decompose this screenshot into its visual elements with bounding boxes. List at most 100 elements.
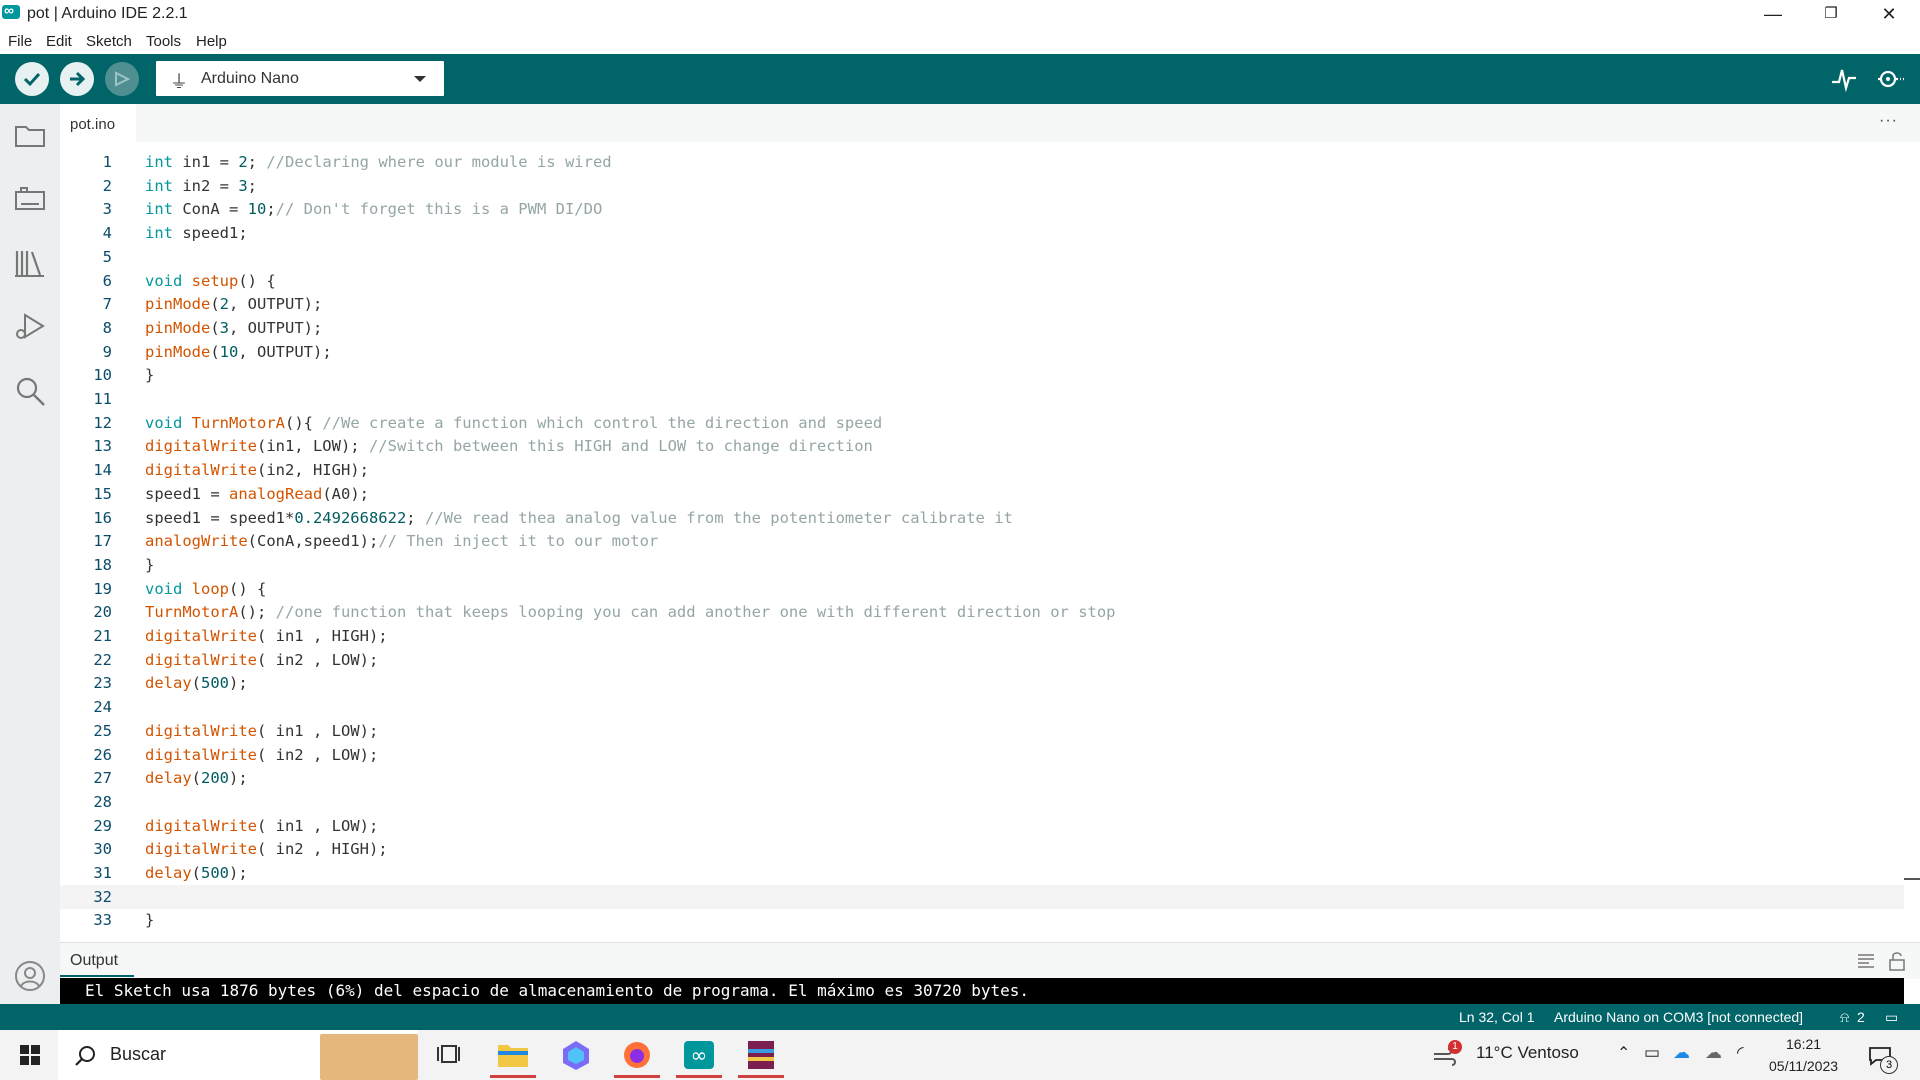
code-line[interactable]: 28: [60, 790, 1904, 814]
cloud-icon[interactable]: ☁: [1705, 1043, 1722, 1063]
file-explorer-icon[interactable]: [490, 1037, 536, 1078]
clock-time[interactable]: 16:21: [1786, 1036, 1821, 1052]
menu-file[interactable]: File: [8, 33, 32, 50]
search-button[interactable]: [13, 374, 47, 408]
clock-date[interactable]: 05/11/2023: [1769, 1058, 1838, 1074]
code-text[interactable]: pinMode(2, OUTPUT);: [145, 292, 322, 316]
code-line[interactable]: 6 void setup() {: [60, 269, 1904, 293]
code-line[interactable]: 11: [60, 387, 1904, 411]
code-text[interactable]: }: [145, 553, 154, 577]
code-line[interactable]: 1 int in1 = 2; //Declaring where our modu…: [60, 150, 1904, 174]
upload-button[interactable]: [60, 62, 94, 96]
code-line[interactable]: 7 pinMode(2, OUTPUT);: [60, 292, 1904, 316]
code-text[interactable]: void loop() {: [145, 577, 266, 601]
code-line[interactable]: 2 int in2 = 3;: [60, 174, 1904, 198]
code-text[interactable]: analogWrite(ConA,speed1);// Then inject …: [145, 529, 658, 553]
menu-sketch[interactable]: Sketch: [86, 33, 132, 50]
code-text[interactable]: speed1 = analogRead(A0);: [145, 482, 369, 506]
code-text[interactable]: void setup() {: [145, 269, 276, 293]
code-line[interactable]: 32: [60, 884, 1904, 909]
code-line[interactable]: 15 speed1 = analogRead(A0);: [60, 482, 1904, 506]
panel-toggle-icon[interactable]: ▭: [1885, 1009, 1898, 1026]
code-text[interactable]: delay(200);: [145, 766, 248, 790]
verify-button[interactable]: [15, 62, 49, 96]
code-text[interactable]: digitalWrite( in1 , LOW);: [145, 814, 378, 838]
more-options-button[interactable]: ···: [1879, 112, 1898, 130]
code-line[interactable]: 17 analogWrite(ConA,speed1);// Then injec…: [60, 529, 1904, 553]
code-text[interactable]: digitalWrite( in1 , LOW);: [145, 719, 378, 743]
menu-edit[interactable]: Edit: [46, 33, 72, 50]
cursor-position[interactable]: Ln 32, Col 1: [1459, 1009, 1535, 1025]
code-text[interactable]: digitalWrite( in2 , LOW);: [145, 648, 378, 672]
code-text[interactable]: void TurnMotorA(){ //We create a functio…: [145, 411, 882, 435]
code-line[interactable]: 23 delay(500);: [60, 671, 1904, 695]
code-text[interactable]: delay(500);: [145, 861, 248, 885]
code-line[interactable]: 21 digitalWrite( in1 , HIGH);: [60, 624, 1904, 648]
lock-icon[interactable]: [1888, 951, 1906, 971]
firefox-icon[interactable]: [614, 1037, 660, 1078]
debug-button[interactable]: [105, 62, 139, 96]
code-text[interactable]: pinMode(3, OUTPUT);: [145, 316, 322, 340]
account-button[interactable]: [13, 959, 47, 993]
code-line[interactable]: 26 digitalWrite( in2 , LOW);: [60, 743, 1904, 767]
boards-manager-button[interactable]: [13, 182, 47, 216]
code-text[interactable]: digitalWrite( in2 , LOW);: [145, 743, 378, 767]
code-text[interactable]: digitalWrite( in1 , HIGH);: [145, 624, 388, 648]
code-line[interactable]: 16 speed1 = speed1*0.2492668622; //We rea…: [60, 506, 1904, 530]
windows-start-icon[interactable]: [20, 1045, 40, 1065]
debug-panel-button[interactable]: [13, 310, 47, 344]
code-text[interactable]: delay(500);: [145, 671, 248, 695]
code-line[interactable]: 18}: [60, 553, 1904, 577]
code-text[interactable]: }: [145, 908, 154, 932]
notification-bell-icon[interactable]: ⍾: [1840, 1009, 1849, 1026]
code-text[interactable]: int in2 = 3;: [145, 174, 257, 198]
task-view-icon[interactable]: [428, 1037, 474, 1073]
menu-tools[interactable]: Tools: [146, 33, 181, 50]
code-line[interactable]: 5: [60, 245, 1904, 269]
library-manager-button[interactable]: [13, 246, 47, 280]
arduino-ide-icon[interactable]: ∞: [676, 1037, 722, 1078]
restore-button[interactable]: ❐: [1802, 0, 1860, 29]
code-line[interactable]: 22 digitalWrite( in2 , LOW);: [60, 648, 1904, 672]
tab-pot-ino[interactable]: pot.ino: [60, 104, 136, 142]
code-text[interactable]: digitalWrite(in2, HIGH);: [145, 458, 369, 482]
code-line[interactable]: 33}: [60, 908, 1904, 932]
code-line[interactable]: 19 void loop() {: [60, 577, 1904, 601]
code-line[interactable]: 13 digitalWrite(in1, LOW); //Switch betwe…: [60, 434, 1904, 458]
code-text[interactable]: int in1 = 2; //Declaring where our modul…: [145, 150, 612, 174]
code-line[interactable]: 8 pinMode(3, OUTPUT);: [60, 316, 1904, 340]
code-line[interactable]: 30 digitalWrite( in2 , HIGH);: [60, 837, 1904, 861]
code-text[interactable]: TurnMotorA(); //one function that keeps …: [145, 600, 1116, 624]
taskbar-search[interactable]: Buscar: [58, 1030, 418, 1080]
code-line[interactable]: 9 pinMode(10, OUTPUT);: [60, 340, 1904, 364]
editor-scrollbar[interactable]: [1904, 142, 1920, 938]
copilot-icon[interactable]: [553, 1037, 599, 1073]
code-line[interactable]: 24: [60, 695, 1904, 719]
code-line[interactable]: 20 TurnMotorA(); //one function that keep…: [60, 600, 1904, 624]
winrar-icon[interactable]: [738, 1037, 784, 1078]
code-line[interactable]: 31 delay(500);: [60, 861, 1904, 885]
output-tab[interactable]: Output: [70, 952, 118, 970]
close-button[interactable]: ✕: [1860, 0, 1918, 29]
code-text[interactable]: int speed1;: [145, 221, 248, 245]
sketchbook-button[interactable]: [13, 118, 47, 152]
code-line[interactable]: 3 int ConA = 10;// Don't forget this is a…: [60, 197, 1904, 221]
code-line[interactable]: 4 int speed1;: [60, 221, 1904, 245]
board-port-status[interactable]: Arduino Nano on COM3 [not connected]: [1554, 1009, 1803, 1025]
code-text[interactable]: digitalWrite( in2 , HIGH);: [145, 837, 388, 861]
minimize-button[interactable]: —: [1744, 0, 1802, 29]
chevron-up-icon[interactable]: ⌃: [1617, 1043, 1630, 1063]
code-text[interactable]: int ConA = 10;// Don't forget this is a …: [145, 197, 602, 221]
wifi-icon[interactable]: ◜: [1737, 1043, 1744, 1063]
serial-monitor-button[interactable]: [1876, 66, 1904, 92]
code-text[interactable]: pinMode(10, OUTPUT);: [145, 340, 332, 364]
code-line[interactable]: 25 digitalWrite( in1 , LOW);: [60, 719, 1904, 743]
serial-plotter-button[interactable]: [1830, 66, 1858, 93]
weather-text[interactable]: 11°C Ventoso: [1476, 1043, 1579, 1063]
board-selector[interactable]: ⏚ Arduino Nano: [156, 61, 444, 96]
menu-help[interactable]: Help: [196, 33, 227, 50]
code-line[interactable]: 14 digitalWrite(in2, HIGH);: [60, 458, 1904, 482]
code-line[interactable]: 10}: [60, 363, 1904, 387]
onedrive-cloud-icon[interactable]: ☁: [1673, 1043, 1690, 1063]
code-text[interactable]: }: [145, 363, 154, 387]
